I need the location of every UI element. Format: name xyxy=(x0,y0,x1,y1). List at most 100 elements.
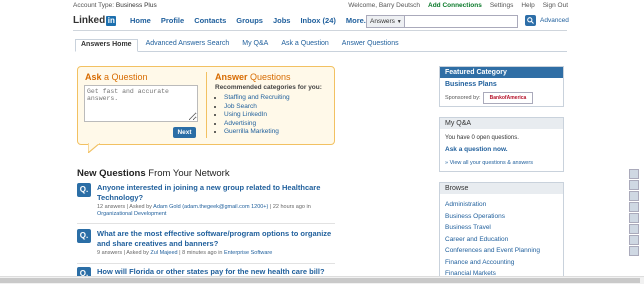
answers-tabs: Answers Home Advanced Answers Search My … xyxy=(75,39,567,52)
question-item: Q. What are the most effective software/… xyxy=(77,229,337,259)
welcome-text: Welcome, Barry Deutsch xyxy=(348,2,421,9)
help-link[interactable]: Help xyxy=(521,2,534,9)
new-questions-heading-bold: New Questions xyxy=(77,168,146,179)
search-button[interactable] xyxy=(525,15,536,26)
question-title[interactable]: Anyone interested in joining a new group… xyxy=(97,183,337,202)
recommended-label: Recommended categories for you: xyxy=(215,84,322,91)
scrollbar-thumb[interactable] xyxy=(0,278,640,283)
collapse-icon[interactable] xyxy=(629,169,639,179)
browse-item[interactable]: Finance and Accounting xyxy=(440,257,563,269)
settings-link[interactable]: Settings xyxy=(490,2,514,9)
sign-out-link[interactable]: Sign Out xyxy=(543,2,568,9)
ask-answer-box: Ask a Question Next Answer Questions Rec… xyxy=(77,66,335,145)
divider xyxy=(206,72,207,138)
ask-heading: Ask a Question xyxy=(85,72,148,82)
list-item: Staffing and Recruiting xyxy=(224,94,290,103)
category-link[interactable]: Job Search xyxy=(224,103,257,110)
nav-home[interactable]: Home xyxy=(130,16,151,25)
question-author-link[interactable]: Adam Gold (adam.thegeek@gmail.com 1200+) xyxy=(153,204,268,210)
question-item: Q. Anyone interested in joining a new gr… xyxy=(77,183,337,219)
question-icon: Q. xyxy=(77,229,91,243)
browse-item[interactable]: Business Operations xyxy=(440,211,563,223)
list-item: Advertising xyxy=(224,120,290,129)
ask-heading-rest: a Question xyxy=(104,72,148,82)
open-questions-text: You have 0 open questions. xyxy=(445,135,519,141)
answer-heading-rest: Questions xyxy=(250,72,291,82)
question-category-link[interactable]: Enterprise Software xyxy=(224,250,272,256)
category-link[interactable]: Staffing and Recruiting xyxy=(224,94,290,101)
tab-ask-a-question[interactable]: Ask a Question xyxy=(276,39,333,51)
nav-jobs[interactable]: Jobs xyxy=(273,16,291,25)
category-link[interactable]: Guerrilla Marketing xyxy=(224,128,279,135)
search-scope-select[interactable]: Answers ▼ xyxy=(367,16,405,27)
advanced-search-link[interactable]: Advanced xyxy=(540,17,569,24)
browse-item[interactable]: Administration xyxy=(440,199,563,211)
question-meta: 9 answers | Asked by Zul Majeed | 8 minu… xyxy=(97,250,337,257)
nav-profile[interactable]: Profile xyxy=(161,16,184,25)
browse-header: Browse xyxy=(440,183,563,194)
email-icon[interactable] xyxy=(629,191,639,201)
question-title[interactable]: What are the most effective software/pro… xyxy=(97,229,337,248)
featured-category-header: Featured Category xyxy=(440,67,563,78)
category-link[interactable]: Using LinkedIn xyxy=(224,111,267,118)
nav-inbox[interactable]: Inbox (24) xyxy=(300,16,335,25)
bookmark-icon[interactable] xyxy=(629,202,639,212)
category-link[interactable]: Advertising xyxy=(224,120,256,127)
comment-icon[interactable] xyxy=(629,224,639,234)
sponsored-label: Sponsored by: xyxy=(445,95,481,101)
tab-my-qa[interactable]: My Q&A xyxy=(237,39,273,51)
recommended-categories: Staffing and Recruiting Job Search Using… xyxy=(215,94,290,137)
featured-category-panel: Featured Category Business Plans Sponsor… xyxy=(439,66,564,107)
browse-item[interactable]: Conferences and Event Planning xyxy=(440,245,563,257)
list-item: Job Search xyxy=(224,103,290,112)
list-item: Using LinkedIn xyxy=(224,111,290,120)
browse-list: Administration Business Operations Busin… xyxy=(440,194,563,280)
question-icon: Q. xyxy=(77,183,91,197)
logo-in-badge: in xyxy=(106,15,117,26)
question-stats: 9 answers | Asked by xyxy=(97,250,149,256)
add-connections-link[interactable]: Add Connections xyxy=(428,2,482,9)
search-icon xyxy=(527,17,534,24)
tab-answers-home[interactable]: Answers Home xyxy=(75,39,138,52)
question-time: | 8 minutes ago in xyxy=(179,250,223,256)
nav-contacts[interactable]: Contacts xyxy=(194,16,226,25)
facebook-icon[interactable] xyxy=(629,213,639,223)
ask-question-now-link[interactable]: Ask a question now. xyxy=(445,146,508,153)
new-questions-heading-rest: From Your Network xyxy=(148,168,230,179)
question-textarea[interactable] xyxy=(84,85,198,122)
sponsor-name: BankofAmerica xyxy=(489,95,527,101)
answer-heading-bold: Answer xyxy=(215,72,248,82)
nav-items: Home Profile Contacts Groups Jobs Inbox … xyxy=(130,16,370,25)
question-author-link[interactable]: Zul Majeed xyxy=(150,250,177,256)
refresh-icon[interactable] xyxy=(629,246,639,256)
featured-category-title[interactable]: Business Plans xyxy=(445,81,497,88)
account-type-label: Account Type: xyxy=(73,2,115,9)
open-questions-count: 0 xyxy=(471,135,475,141)
open-questions-pre: You have xyxy=(445,135,470,141)
search-input[interactable] xyxy=(405,16,515,26)
question-category-link[interactable]: Organizational Development xyxy=(97,211,166,217)
tab-answer-questions[interactable]: Answer Questions xyxy=(337,39,404,51)
tab-advanced-answers-search[interactable]: Advanced Answers Search xyxy=(141,39,235,51)
linkedin-logo[interactable]: Linked in xyxy=(73,15,117,26)
main-nav: Linked in Home Profile Contacts Groups J… xyxy=(73,12,569,31)
view-all-qa-link[interactable]: » View all your questions & answers xyxy=(445,160,533,166)
browse-item[interactable]: Career and Education xyxy=(440,234,563,246)
edit-icon[interactable] xyxy=(629,235,639,245)
question-meta: 12 answers | Asked by Adam Gold (adam.th… xyxy=(97,204,337,218)
my-qa-panel: My Q&A You have 0 open questions. Ask a … xyxy=(439,117,564,172)
browse-item[interactable]: Business Travel xyxy=(440,222,563,234)
question-item: Q. How will Florida or other states pay … xyxy=(77,267,337,281)
next-button[interactable]: Next xyxy=(173,127,196,138)
open-questions-post: open questions. xyxy=(476,135,519,141)
share-icon[interactable] xyxy=(629,180,639,190)
divider xyxy=(77,223,335,224)
top-bar: Account Type: Business Plus Welcome, Bar… xyxy=(0,0,644,12)
browse-panel: Browse Administration Business Operation… xyxy=(439,182,564,277)
search-box: Answers ▼ xyxy=(366,15,518,28)
nav-groups[interactable]: Groups xyxy=(236,16,263,25)
sponsor-logo[interactable]: BankofAmerica xyxy=(483,92,533,104)
search-scope-label: Answers xyxy=(370,18,395,25)
account-type-value: Business Plus xyxy=(115,2,157,9)
list-item: Guerrilla Marketing xyxy=(224,128,290,137)
